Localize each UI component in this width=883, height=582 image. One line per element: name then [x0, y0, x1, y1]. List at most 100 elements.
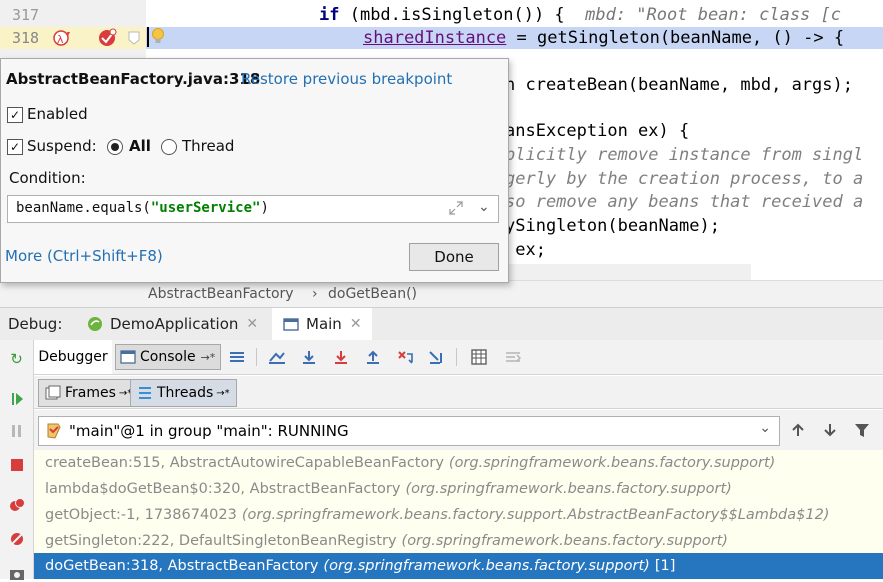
debug-side-toolbar: ↻	[0, 340, 34, 582]
frame-row[interactable]: getObject:-1, 1738674023 (org.springframe…	[34, 502, 883, 528]
more-link[interactable]: More (Ctrl+Shift+F8)	[5, 247, 163, 265]
close-icon[interactable]: ✕	[246, 316, 258, 332]
thread-select[interactable]: "main"@1 in group "main": RUNNING ⌄	[38, 416, 780, 446]
horizontal-scrollbar[interactable]	[505, 264, 751, 280]
code-text: = getSingleton(beanName, () -> {	[506, 28, 845, 48]
toolbar-separator	[456, 348, 457, 366]
popup-title: AbstractBeanFactory.java:318	[6, 70, 261, 88]
breadcrumb-method[interactable]: doGetBean()	[328, 286, 417, 302]
pin-arrow-icon: →*	[216, 387, 230, 399]
intention-bulb-icon[interactable]	[150, 25, 166, 47]
code-comment-line-2: gerly by the creation process, to a	[505, 169, 864, 189]
tab-demo-application[interactable]: DemoApplication ✕	[80, 308, 258, 340]
application-icon	[282, 315, 300, 333]
trace-current-stream-icon[interactable]	[504, 348, 522, 366]
menu-icon[interactable]	[228, 348, 246, 366]
stop-icon[interactable]	[8, 456, 25, 473]
chevron-down-icon: ⌄	[759, 420, 771, 436]
frame-package: (org.springframework.beans.factory.suppo…	[401, 533, 728, 549]
svg-text:λ: λ	[57, 33, 64, 46]
mute-breakpoints-icon[interactable]	[8, 530, 25, 547]
step-over-icon[interactable]	[300, 348, 318, 366]
text-caret	[147, 27, 149, 47]
code-fragment-catch[interactable]: ansException ex) {	[505, 121, 689, 141]
camera-icon[interactable]	[8, 565, 25, 582]
enabled-label: Enabled	[27, 105, 88, 123]
evaluate-expression-icon[interactable]	[470, 348, 488, 366]
frame-row[interactable]: createBean:515, AbstractAutowireCapableB…	[34, 450, 883, 476]
breadcrumb-separator: ›	[312, 286, 318, 302]
code-line-317[interactable]: if (mbd.isSingleton()) { mbd: "Root bean…	[319, 5, 841, 25]
close-icon[interactable]: ✕	[350, 316, 362, 332]
debugger-toolbar: Debugger Console →*	[34, 340, 883, 375]
frames-threads-tabbar: Frames →* Threads →*	[34, 376, 883, 409]
frame-method: createBean:515, AbstractAutowireCapableB…	[45, 455, 444, 471]
chevron-down-icon[interactable]: ⌄	[478, 199, 490, 215]
arrow-up-icon[interactable]	[790, 422, 806, 438]
drop-frame-icon[interactable]	[396, 348, 414, 366]
fold-marker-icon[interactable]	[128, 30, 140, 45]
breadcrumb-class[interactable]: AbstractBeanFactory	[148, 286, 294, 302]
tab-main[interactable]: Main ✕	[272, 308, 372, 340]
condition-label: Condition:	[9, 169, 86, 187]
condition-input[interactable]: beanName.equals("userService") ⌄	[7, 195, 499, 223]
frame-package: (org.springframework.beans.factory.suppo…	[241, 507, 830, 523]
frame-row[interactable]: lambda$doGetBean$0:320, AbstractBeanFact…	[34, 476, 883, 502]
all-radio[interactable]	[107, 139, 123, 155]
frame-suffix: [1]	[654, 558, 676, 574]
expand-icon[interactable]	[448, 200, 464, 216]
code-fragment-create-bean[interactable]: n createBean(beanName, mbd, args);	[505, 75, 853, 95]
tab-console[interactable]: Console →*	[115, 344, 221, 370]
code-fragment-throw[interactable]: ex;	[505, 240, 546, 260]
restore-breakpoint-link[interactable]: Restore previous breakpoint	[241, 70, 452, 88]
thread-selector-row: "main"@1 in group "main": RUNNING ⌄	[34, 410, 883, 450]
thread-status-icon	[45, 422, 63, 440]
tab-label: Main	[306, 315, 342, 333]
step-into-icon[interactable]	[332, 348, 350, 366]
rerun-icon[interactable]: ↻	[8, 350, 25, 368]
code-comment-line-3: so remove any beans that received a	[505, 192, 864, 212]
spring-boot-icon	[86, 315, 104, 333]
enabled-checkbox[interactable]: ✓	[7, 107, 23, 123]
code-fragment-destroy[interactable]: ySingleton(beanName);	[505, 216, 720, 236]
frame-method: doGetBean:318, AbstractBeanFactory	[45, 558, 319, 574]
tab-label: Debugger	[38, 349, 108, 365]
frame-method: getSingleton:222, DefaultSingletonBeanRe…	[45, 533, 397, 549]
suspend-checkbox[interactable]: ✓	[7, 139, 23, 155]
filter-icon[interactable]	[854, 422, 870, 438]
conditional-breakpoint-icon[interactable]	[96, 27, 118, 49]
view-breakpoints-icon[interactable]	[8, 496, 25, 513]
show-execution-point-icon[interactable]	[268, 348, 286, 366]
lambda-breakpoint-icon[interactable]: λ	[52, 28, 72, 48]
done-button[interactable]: Done	[409, 243, 499, 271]
tab-label: Console	[140, 349, 196, 365]
frame-package: (org.springframework.beans.factory.suppo…	[448, 455, 776, 471]
tab-threads[interactable]: Threads →*	[130, 379, 237, 407]
frame-method: lambda$doGetBean$0:320, AbstractBeanFact…	[45, 481, 401, 497]
debug-inline-value: mbd: "Root bean: class [c	[564, 5, 841, 25]
code-line-318[interactable]: sharedInstance = getSingleton(beanName, …	[363, 28, 844, 48]
pin-arrow-icon: →*	[200, 350, 216, 364]
field-shared-instance: sharedInstance	[363, 28, 507, 48]
line-number: 317	[12, 6, 40, 24]
tab-label: Threads	[157, 385, 214, 401]
code-text: (mbd.isSingleton()) {	[339, 5, 565, 25]
all-label: All	[129, 137, 151, 155]
tab-frames[interactable]: Frames →*	[38, 379, 140, 407]
breakpoint-popup: AbstractBeanFactory.java:318 Restore pre…	[0, 58, 509, 283]
thread-label: Thread	[182, 137, 235, 155]
arrow-down-icon[interactable]	[822, 422, 838, 438]
tab-label: Frames	[65, 385, 116, 401]
step-out-icon[interactable]	[364, 348, 382, 366]
frames-list[interactable]: createBean:515, AbstractAutowireCapableB…	[34, 450, 883, 579]
pause-icon[interactable]	[8, 422, 25, 439]
frame-row-selected[interactable]: doGetBean:318, AbstractBeanFactory (org.s…	[34, 553, 883, 579]
line-number: 318	[12, 29, 40, 47]
frames-icon	[45, 385, 61, 401]
tab-debugger[interactable]: Debugger	[34, 340, 112, 374]
thread-radio[interactable]	[161, 139, 177, 155]
resume-icon[interactable]	[8, 390, 25, 407]
threads-icon	[137, 385, 153, 401]
run-to-cursor-icon[interactable]	[428, 348, 446, 366]
frame-row[interactable]: getSingleton:222, DefaultSingletonBeanRe…	[34, 528, 883, 554]
